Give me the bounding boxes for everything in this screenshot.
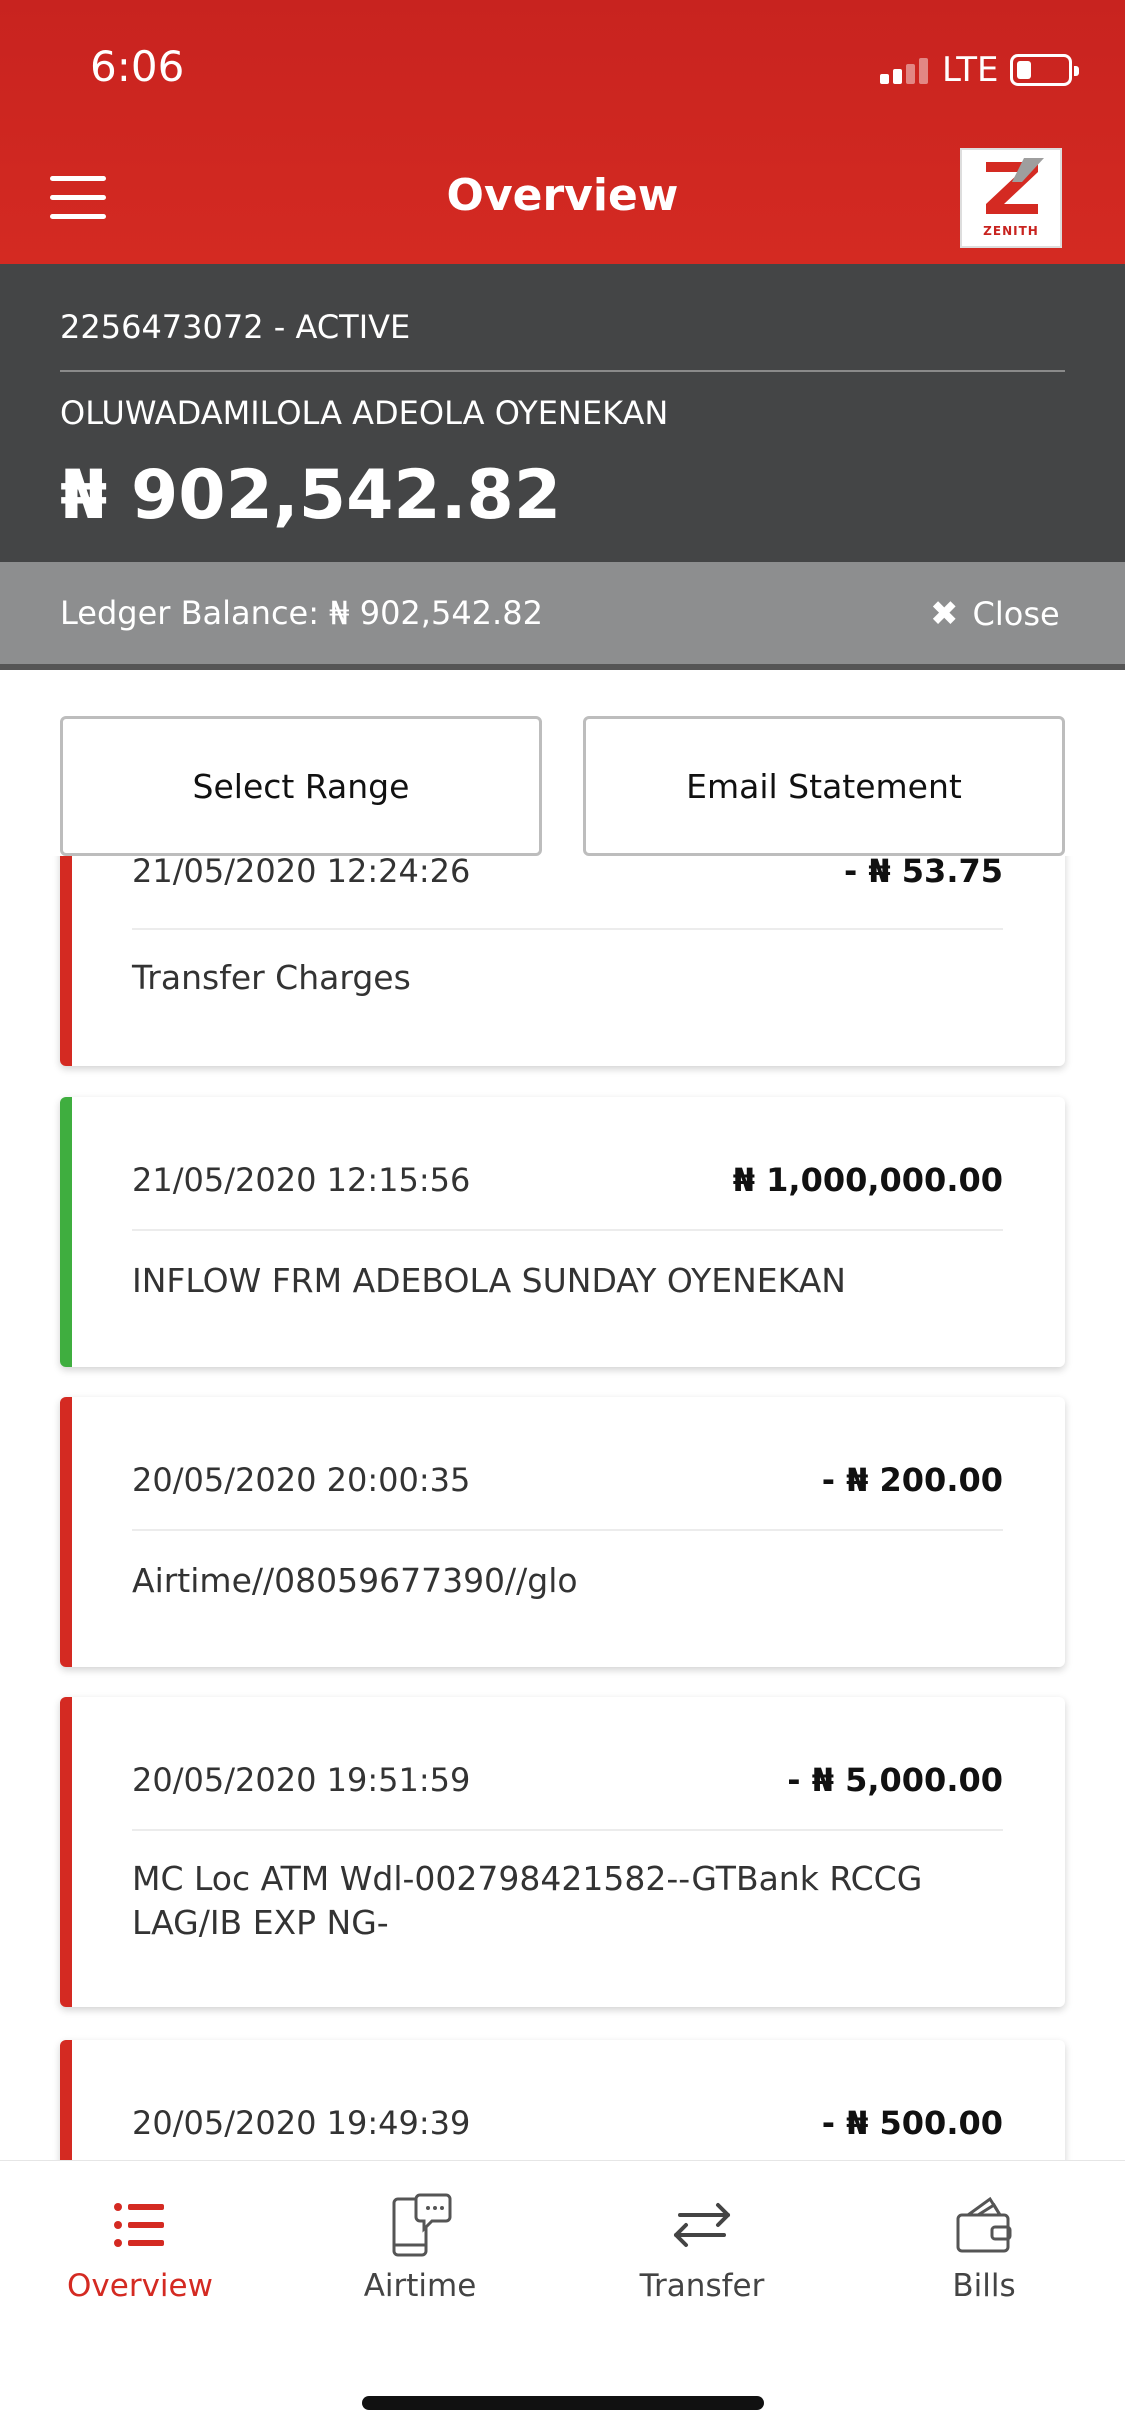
tab-airtime[interactable]: Airtime bbox=[320, 2190, 520, 2304]
close-button[interactable]: ✖ Close bbox=[930, 594, 1060, 634]
page-title: Overview bbox=[446, 170, 679, 221]
status-time: 6:06 bbox=[90, 42, 185, 91]
network-label: LTE bbox=[942, 50, 999, 90]
transaction-amount: - ₦ 200.00 bbox=[821, 1461, 1003, 1499]
account-balance: ₦ 902,542.82 bbox=[60, 456, 562, 535]
transaction-card[interactable]: 21/05/2020 12:15:56 ₦ 1,000,000.00 INFLO… bbox=[60, 1097, 1065, 1367]
transaction-amount: - ₦ 53.75 bbox=[843, 856, 1003, 890]
debit-indicator bbox=[60, 2040, 72, 2160]
account-name: OLUWADAMILOLA ADEOLA OYENEKAN bbox=[60, 394, 669, 432]
tab-bills[interactable]: Bills bbox=[884, 2190, 1084, 2304]
phone-chat-icon bbox=[320, 2190, 520, 2260]
battery-icon bbox=[1010, 54, 1079, 86]
transaction-amount: ₦ 1,000,000.00 bbox=[732, 1161, 1003, 1199]
zenith-logo: ZENITH bbox=[960, 148, 1062, 248]
tab-label: Airtime bbox=[363, 2268, 477, 2304]
debit-indicator bbox=[60, 856, 72, 1066]
divider bbox=[0, 664, 1125, 670]
close-icon: ✖ bbox=[930, 594, 959, 634]
app-header bbox=[0, 0, 1125, 264]
home-indicator[interactable] bbox=[362, 2396, 764, 2410]
transaction-card[interactable]: 20/05/2020 20:00:35 - ₦ 200.00 Airtime//… bbox=[60, 1397, 1065, 1667]
divider bbox=[132, 928, 1003, 930]
transaction-amount: - ₦ 500.00 bbox=[821, 2104, 1003, 2142]
select-range-button[interactable]: Select Range bbox=[60, 716, 542, 856]
divider bbox=[132, 1829, 1003, 1831]
tab-label: Transfer bbox=[639, 2268, 765, 2304]
transaction-description: INFLOW FRM ADEBOLA SUNDAY OYENEKAN bbox=[132, 1261, 846, 1300]
debit-indicator bbox=[60, 1397, 72, 1667]
transaction-description: MC Loc ATM Wdl-002798421582--GTBank RCCG… bbox=[132, 1859, 923, 1942]
list-icon bbox=[40, 2190, 240, 2260]
transaction-list[interactable]: 21/05/2020 12:24:26 - ₦ 53.75 Transfer C… bbox=[0, 856, 1125, 2160]
credit-indicator bbox=[60, 1097, 72, 1367]
transaction-card[interactable]: 20/05/2020 19:51:59 - ₦ 5,000.00 MC Loc … bbox=[60, 1697, 1065, 2007]
transaction-date: 21/05/2020 12:15:56 bbox=[132, 1161, 471, 1199]
transaction-date: 20/05/2020 20:00:35 bbox=[132, 1461, 471, 1499]
email-statement-button[interactable]: Email Statement bbox=[583, 716, 1065, 856]
tab-overview[interactable]: Overview bbox=[40, 2190, 240, 2304]
divider bbox=[132, 1229, 1003, 1231]
divider bbox=[60, 370, 1065, 372]
transaction-card[interactable]: 20/05/2020 19:49:39 - ₦ 500.00 bbox=[60, 2040, 1065, 2160]
transaction-amount: - ₦ 5,000.00 bbox=[787, 1761, 1003, 1799]
ledger-balance: Ledger Balance: ₦ 902,542.82 bbox=[60, 594, 543, 632]
transaction-date: 20/05/2020 19:49:39 bbox=[132, 2104, 471, 2142]
account-number-status: 2256473072 - ACTIVE bbox=[60, 308, 411, 346]
debit-indicator bbox=[60, 1697, 72, 2007]
tab-label: Overview bbox=[67, 2268, 213, 2304]
transfer-arrows-icon bbox=[602, 2190, 802, 2260]
transaction-card[interactable]: 21/05/2020 12:24:26 - ₦ 53.75 Transfer C… bbox=[60, 856, 1065, 1066]
tab-label: Bills bbox=[952, 2268, 1016, 2304]
close-label: Close bbox=[972, 595, 1060, 633]
signal-icon bbox=[880, 58, 928, 84]
transaction-date: 21/05/2020 12:24:26 bbox=[132, 856, 471, 890]
divider bbox=[132, 1529, 1003, 1531]
transaction-date: 20/05/2020 19:51:59 bbox=[132, 1761, 471, 1799]
transaction-description: Airtime//08059677390//glo bbox=[132, 1561, 578, 1600]
zenith-z-icon bbox=[986, 158, 1044, 214]
tab-transfer[interactable]: Transfer bbox=[602, 2190, 802, 2304]
wallet-icon bbox=[884, 2190, 1084, 2260]
transaction-description: Transfer Charges bbox=[132, 958, 411, 997]
